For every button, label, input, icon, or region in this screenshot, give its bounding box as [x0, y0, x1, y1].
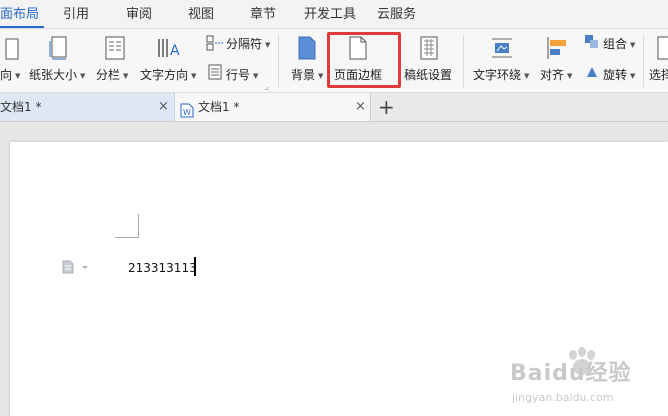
paper-size-button[interactable]: 纸张大小 ▼: [29, 66, 85, 83]
document-tab[interactable]: W 文档1 * ×: [175, 93, 371, 121]
close-icon[interactable]: ×: [158, 93, 169, 121]
columns-button[interactable]: 分栏 ▼: [96, 66, 128, 83]
document-tab-title: 文档1 *: [198, 100, 240, 114]
paper-size-label: 纸张大小: [29, 68, 78, 82]
columns-icon: [104, 35, 126, 64]
text-direction-label: 文字方向: [140, 68, 189, 82]
chevron-down-icon: ▼: [80, 72, 86, 80]
columns-label: 分栏: [96, 68, 121, 82]
chevron-down-icon: ▼: [524, 72, 530, 80]
svg-text:A: A: [170, 43, 180, 59]
tab-page-layout[interactable]: 面布局: [0, 0, 44, 28]
chevron-down-icon: ▼: [630, 41, 636, 49]
chevron-down-icon: ▼: [265, 41, 271, 49]
chevron-down-icon: ▼: [15, 72, 21, 80]
document-tab-bar: 文档1 * × W 文档1 * × +: [0, 93, 668, 122]
tab-developer-tools[interactable]: 开发工具: [304, 0, 356, 28]
text-wrap-icon: [490, 35, 514, 64]
text-wrap-label: 文字环绕: [473, 68, 522, 82]
chevron-down-icon: ▼: [191, 72, 197, 80]
tab-view[interactable]: 视图: [188, 0, 214, 28]
text-wrap-button[interactable]: 文字环绕 ▼: [473, 66, 529, 83]
draft-settings-button[interactable]: 稿纸设置: [404, 66, 452, 83]
group-label: 组合: [603, 37, 628, 51]
align-icon: [546, 35, 570, 64]
select-pane-icon: [656, 35, 668, 64]
tab-cloud-service[interactable]: 云服务: [377, 0, 416, 28]
margin-corner-mark: [115, 214, 139, 238]
document-tab-active[interactable]: 文档1 * ×: [0, 93, 175, 121]
line-number-icon: [206, 64, 224, 83]
separator-icon: [206, 35, 224, 54]
group-icon: [584, 34, 600, 53]
dialog-launcher-icon[interactable]: ⌟: [265, 82, 269, 91]
separator-label: 分隔符: [226, 37, 263, 51]
ribbon-divider: [643, 35, 644, 87]
group-button[interactable]: 组合 ▼: [603, 35, 635, 52]
paragraph-handle-icon[interactable]: [62, 260, 92, 277]
chevron-down-icon: ▼: [123, 72, 129, 80]
new-tab-button[interactable]: +: [378, 93, 395, 121]
line-number-label: 行号: [226, 68, 251, 82]
orientation-button[interactable]: 向 ▼: [0, 66, 20, 83]
text-direction-icon: A: [156, 35, 182, 64]
chevron-down-icon: ▼: [630, 72, 636, 80]
chevron-down-icon: ▼: [253, 72, 259, 80]
chevron-down-icon: ▼: [318, 72, 324, 80]
tab-references[interactable]: 引用: [63, 0, 89, 28]
rotate-button[interactable]: 旋转 ▼: [603, 66, 635, 83]
rotate-icon: [584, 64, 600, 83]
menu-bar: 面布局 引用 审阅 视图 章节 开发工具 云服务: [0, 0, 668, 29]
watermark-url: jingyan.baidu.com: [512, 391, 614, 404]
background-button[interactable]: 背景 ▼: [291, 66, 323, 83]
page-border-highlight: [327, 32, 401, 88]
chevron-down-icon: ▼: [567, 72, 573, 80]
paper-size-icon: [48, 35, 70, 64]
document-tab-title: 文档1 *: [0, 100, 42, 114]
close-icon[interactable]: ×: [355, 93, 366, 121]
line-number-button[interactable]: 行号 ▼: [226, 66, 258, 83]
text-cursor: [194, 257, 196, 276]
ribbon-divider: [463, 35, 464, 87]
orientation-label: 向: [0, 68, 13, 82]
background-label: 背景: [291, 68, 316, 82]
document-text[interactable]: 213313113: [128, 261, 197, 275]
rotate-label: 旋转: [603, 68, 628, 82]
tab-review[interactable]: 审阅: [126, 0, 152, 28]
orientation-icon: [4, 37, 20, 64]
text-direction-button[interactable]: 文字方向 ▼: [140, 66, 196, 83]
watermark-brand: Baidu经验: [510, 361, 632, 386]
draft-settings-icon: [418, 35, 440, 64]
baidu-watermark: Baidu经验 jingyan.baidu.com: [510, 345, 660, 411]
separator-button[interactable]: 分隔符 ▼: [226, 35, 270, 52]
svg-text:W: W: [183, 108, 191, 117]
tab-chapter[interactable]: 章节: [250, 0, 276, 28]
ribbon-divider: [278, 35, 279, 87]
align-label: 对齐: [540, 68, 565, 82]
background-icon: [296, 35, 318, 64]
align-button[interactable]: 对齐 ▼: [540, 66, 572, 83]
select-button[interactable]: 选择: [649, 66, 668, 83]
